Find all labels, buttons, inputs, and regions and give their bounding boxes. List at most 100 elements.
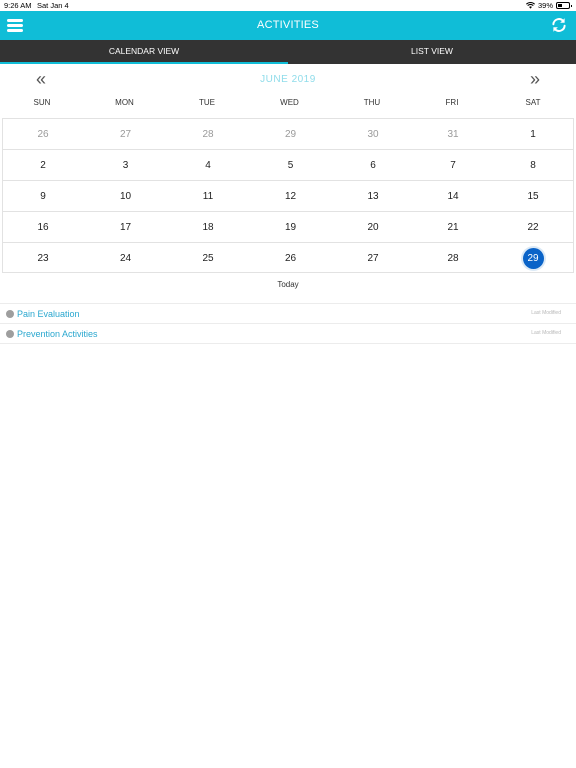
- day-number: 19: [284, 221, 297, 233]
- day-number: 5: [287, 159, 294, 171]
- wifi-icon: [526, 2, 535, 9]
- today-button[interactable]: Today: [0, 280, 576, 289]
- weekday-label: SUN: [33, 98, 51, 107]
- day-number: 17: [119, 221, 132, 233]
- battery-fill: [558, 4, 562, 7]
- day-number: 22: [527, 221, 539, 233]
- calendar-day[interactable]: 26: [3, 119, 83, 149]
- day-number: 2: [40, 159, 46, 171]
- calendar-day[interactable]: 28: [413, 243, 493, 274]
- weekday-label: MON: [115, 98, 134, 107]
- calendar-day[interactable]: 25: [168, 243, 248, 274]
- day-number: 7: [450, 159, 456, 171]
- calendar-day[interactable]: 22: [493, 212, 573, 242]
- tab-list-view[interactable]: LIST VIEW: [288, 40, 576, 64]
- day-number: 8: [530, 159, 536, 171]
- day-number: 23: [37, 253, 49, 264]
- day-number: 30: [367, 128, 379, 140]
- calendar-day[interactable]: 29: [248, 119, 333, 149]
- calendar-day[interactable]: 19: [248, 212, 333, 242]
- refresh-icon[interactable]: [550, 16, 568, 34]
- calendar-day[interactable]: 9: [3, 181, 83, 211]
- calendar-week-row: 9 10 11 12 13 14 15: [3, 181, 573, 212]
- calendar-week-row: 26 27 28 29 30 31 1: [3, 119, 573, 150]
- calendar-day[interactable]: 2: [3, 150, 83, 180]
- day-number: 28: [202, 128, 214, 140]
- activity-label[interactable]: Prevention Activities: [17, 329, 98, 339]
- next-month-button[interactable]: »: [530, 69, 540, 90]
- day-number: 13: [367, 190, 379, 202]
- calendar-day[interactable]: 27: [83, 119, 168, 149]
- calendar-day[interactable]: 27: [333, 243, 413, 274]
- weekday-label: TUE: [199, 98, 215, 107]
- day-number: 27: [119, 128, 132, 140]
- day-number: 20: [367, 221, 379, 233]
- activity-item[interactable]: Pain Evaluation Last Modified: [0, 304, 576, 324]
- activity-label[interactable]: Pain Evaluation: [17, 309, 80, 319]
- last-modified-label: Last Modified: [531, 310, 561, 316]
- day-number: 10: [119, 190, 132, 202]
- last-modified-label: Last Modified: [531, 330, 561, 336]
- day-number: 24: [119, 253, 132, 264]
- calendar-day[interactable]: 14: [413, 181, 493, 211]
- day-number: 12: [284, 190, 297, 202]
- month-navigation: « JUNE 2019 »: [0, 64, 576, 96]
- calendar-day[interactable]: 18: [168, 212, 248, 242]
- calendar-day[interactable]: 8: [493, 150, 573, 180]
- day-number: 25: [202, 253, 214, 264]
- calendar-day[interactable]: 30: [333, 119, 413, 149]
- day-number: 4: [205, 159, 211, 171]
- day-number: 26: [37, 128, 49, 140]
- weekday-label: FRI: [445, 98, 459, 107]
- day-number: 3: [122, 159, 129, 171]
- calendar-day[interactable]: 28: [168, 119, 248, 149]
- app-header: ACTIVITIES: [0, 11, 576, 40]
- day-number: 31: [447, 128, 459, 140]
- day-number: 29: [522, 248, 544, 269]
- day-number: 28: [447, 253, 459, 264]
- calendar-day[interactable]: 16: [3, 212, 83, 242]
- calendar-day-selected[interactable]: 29: [493, 243, 573, 274]
- day-number: 14: [447, 190, 459, 202]
- page-title: ACTIVITIES: [257, 19, 319, 31]
- calendar-day[interactable]: 10: [83, 181, 168, 211]
- calendar-day[interactable]: 26: [248, 243, 333, 274]
- calendar-day[interactable]: 5: [248, 150, 333, 180]
- day-number: 11: [202, 190, 214, 202]
- calendar-grid: 26 27 28 29 30 31 1 2 3 4 5 6 7 8 9 10 11 12 13 14 15 16 17 18 1…: [2, 118, 574, 273]
- calendar-day[interactable]: 12: [248, 181, 333, 211]
- calendar-day[interactable]: 20: [333, 212, 413, 242]
- day-number: 1: [530, 128, 536, 140]
- calendar-day[interactable]: 24: [83, 243, 168, 274]
- calendar-week-row: 2 3 4 5 6 7 8: [3, 150, 573, 181]
- day-number: 6: [370, 159, 376, 171]
- calendar-day[interactable]: 11: [168, 181, 248, 211]
- calendar-day[interactable]: 7: [413, 150, 493, 180]
- calendar-day[interactable]: 6: [333, 150, 413, 180]
- day-number: 27: [367, 253, 379, 264]
- day-number: 15: [527, 190, 539, 202]
- battery-percent: 39%: [537, 1, 553, 10]
- calendar-day[interactable]: 3: [83, 150, 168, 180]
- weekday-label: THU: [363, 98, 381, 107]
- status-date: Sat Jan 4: [37, 1, 69, 10]
- calendar-day[interactable]: 15: [493, 181, 573, 211]
- calendar-day[interactable]: 23: [3, 243, 83, 274]
- calendar-day[interactable]: 13: [333, 181, 413, 211]
- status-dot-icon: [6, 330, 14, 338]
- weekday-label: SAT: [525, 98, 541, 107]
- calendar-day[interactable]: 31: [413, 119, 493, 149]
- calendar-day[interactable]: 4: [168, 150, 248, 180]
- status-right: 39%: [526, 1, 572, 10]
- day-number: 26: [284, 253, 297, 264]
- calendar-day[interactable]: 17: [83, 212, 168, 242]
- weekday-label: WED: [280, 98, 299, 107]
- weekday-header: SUN MON TUE WED THU FRI SAT: [2, 98, 574, 112]
- tab-calendar-view[interactable]: CALENDAR VIEW: [0, 40, 288, 64]
- calendar-day[interactable]: 1: [493, 119, 573, 149]
- day-number: 9: [40, 190, 46, 202]
- status-time: 9:26 AM: [4, 1, 32, 10]
- calendar-day[interactable]: 21: [413, 212, 493, 242]
- activity-item[interactable]: Prevention Activities Last Modified: [0, 324, 576, 344]
- status-bar: 9:26 AM Sat Jan 4 39%: [0, 0, 576, 11]
